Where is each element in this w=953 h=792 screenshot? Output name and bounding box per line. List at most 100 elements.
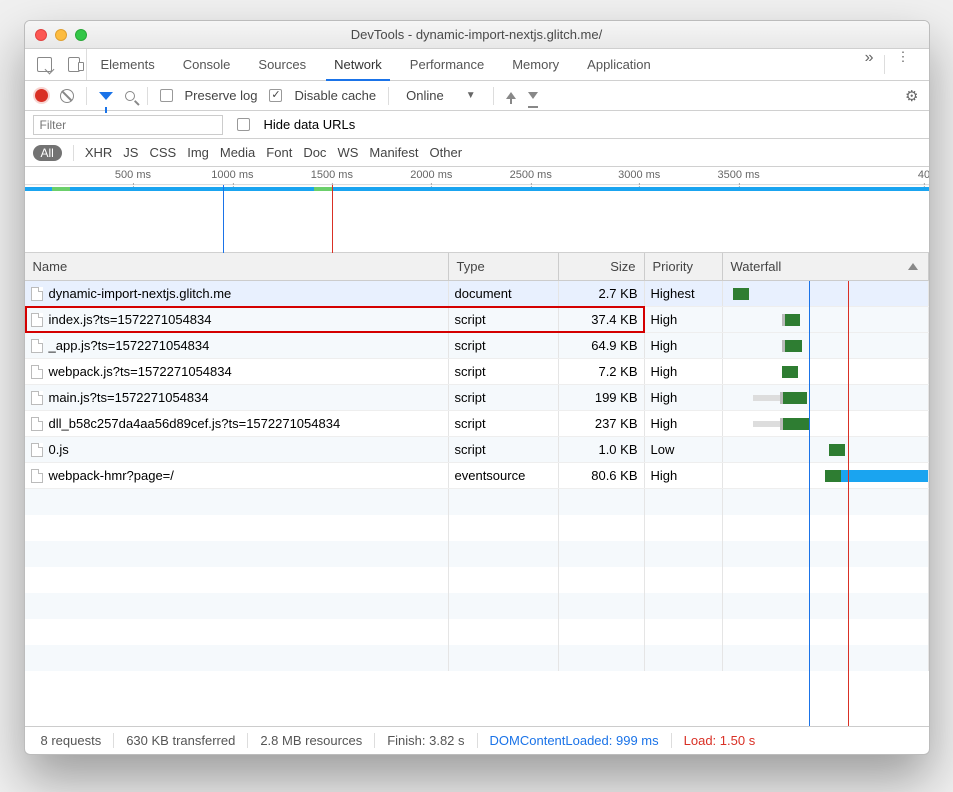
- gear-icon[interactable]: ⚙: [905, 87, 918, 105]
- request-waterfall: [723, 385, 929, 410]
- hide-data-urls-checkbox[interactable]: [237, 118, 250, 131]
- request-priority: High: [645, 385, 723, 410]
- hide-data-urls-label: Hide data URLs: [264, 117, 356, 132]
- type-filter-font[interactable]: Font: [266, 145, 292, 160]
- type-filter-xhr[interactable]: XHR: [85, 145, 112, 160]
- preserve-log-checkbox[interactable]: [160, 89, 173, 102]
- request-name: index.js?ts=1572271054834: [49, 312, 212, 327]
- request-size: 199 KB: [559, 385, 645, 410]
- request-row[interactable]: 0.jsscript1.0 KBLow: [25, 437, 929, 463]
- type-filter-img[interactable]: Img: [187, 145, 209, 160]
- request-name: main.js?ts=1572271054834: [49, 390, 209, 405]
- clear-icon[interactable]: [60, 89, 74, 103]
- request-priority: Highest: [645, 281, 723, 306]
- timeline-tick: 2000 ms: [410, 169, 452, 181]
- request-row[interactable]: webpack.js?ts=1572271054834script7.2 KBH…: [25, 359, 929, 385]
- request-grid: Name Type Size Priority Waterfall dynami…: [25, 253, 929, 726]
- filter-input[interactable]: [33, 115, 223, 135]
- more-tabs-icon[interactable]: »: [855, 49, 884, 80]
- tab-network[interactable]: Network: [320, 49, 396, 80]
- tab-memory[interactable]: Memory: [498, 49, 573, 80]
- waterfall-bar: [829, 444, 845, 456]
- overview-bar: [124, 187, 930, 191]
- request-size: 1.0 KB: [559, 437, 645, 462]
- device-toggle-icon[interactable]: [68, 57, 80, 72]
- status-load: Load: 1.50 s: [672, 733, 768, 748]
- timeline-tick: 3500 ms: [718, 169, 760, 181]
- type-filter-all[interactable]: All: [33, 145, 62, 161]
- search-icon[interactable]: [125, 91, 135, 101]
- col-name[interactable]: Name: [25, 253, 449, 280]
- type-filter-manifest[interactable]: Manifest: [369, 145, 418, 160]
- request-waterfall: [723, 463, 929, 488]
- waterfall-bar: [780, 392, 807, 404]
- grid-body: dynamic-import-nextjs.glitch.medocument2…: [25, 281, 929, 726]
- upload-har-icon[interactable]: [506, 92, 516, 99]
- type-filter-other[interactable]: Other: [430, 145, 463, 160]
- file-icon: [31, 391, 43, 405]
- type-filter-doc[interactable]: Doc: [303, 145, 326, 160]
- filter-icon[interactable]: [99, 92, 113, 100]
- request-name: webpack.js?ts=1572271054834: [49, 364, 232, 379]
- empty-row: [25, 515, 929, 541]
- col-priority[interactable]: Priority: [645, 253, 723, 280]
- close-icon[interactable]: [35, 29, 47, 41]
- empty-row: [25, 489, 929, 515]
- request-waterfall: [723, 411, 929, 436]
- tab-performance[interactable]: Performance: [396, 49, 498, 80]
- request-type: script: [449, 333, 559, 358]
- request-row[interactable]: index.js?ts=1572271054834script37.4 KBHi…: [25, 307, 929, 333]
- zoom-icon[interactable]: [75, 29, 87, 41]
- empty-row: [25, 541, 929, 567]
- timeline-tick: 1500 ms: [311, 169, 353, 181]
- settings-menu-icon[interactable]: ⋮: [885, 49, 923, 80]
- request-row[interactable]: webpack-hmr?page=/eventsource80.6 KBHigh: [25, 463, 929, 489]
- network-toolbar: Preserve log Disable cache Online ▼ ⚙: [25, 81, 929, 111]
- type-filter-css[interactable]: CSS: [149, 145, 176, 160]
- waterfall-bar: [733, 288, 749, 300]
- request-type: script: [449, 307, 559, 332]
- request-size: 64.9 KB: [559, 333, 645, 358]
- status-transferred: 630 KB transferred: [114, 733, 248, 748]
- tab-sources[interactable]: Sources: [244, 49, 320, 80]
- type-filter-js[interactable]: JS: [123, 145, 138, 160]
- request-row[interactable]: dynamic-import-nextjs.glitch.medocument2…: [25, 281, 929, 307]
- col-size[interactable]: Size: [559, 253, 645, 280]
- preserve-log-label: Preserve log: [185, 88, 258, 103]
- request-row[interactable]: dll_b58c257da4aa56d89cef.js?ts=157227105…: [25, 411, 929, 437]
- col-waterfall[interactable]: Waterfall: [723, 253, 929, 280]
- overview-bar: [314, 187, 332, 191]
- request-row[interactable]: _app.js?ts=1572271054834script64.9 KBHig…: [25, 333, 929, 359]
- request-name: dynamic-import-nextjs.glitch.me: [49, 286, 232, 301]
- request-size: 2.7 KB: [559, 281, 645, 306]
- throttling-select[interactable]: Online ▼: [401, 85, 480, 106]
- request-priority: High: [645, 359, 723, 384]
- file-icon: [31, 339, 43, 353]
- inspect-icon[interactable]: [37, 57, 52, 72]
- disable-cache-checkbox[interactable]: [269, 89, 282, 102]
- request-type-bar: All XHR JS CSS Img Media Font Doc WS Manifest Othe…: [25, 139, 929, 167]
- request-type: eventsource: [449, 463, 559, 488]
- throttling-value: Online: [406, 88, 444, 103]
- tab-application[interactable]: Application: [573, 49, 665, 80]
- request-size: 237 KB: [559, 411, 645, 436]
- file-icon: [31, 417, 43, 431]
- record-button[interactable]: [35, 89, 48, 102]
- request-size: 37.4 KB: [559, 307, 645, 332]
- request-row[interactable]: main.js?ts=1572271054834script199 KBHigh: [25, 385, 929, 411]
- type-filter-media[interactable]: Media: [220, 145, 255, 160]
- minimize-icon[interactable]: [55, 29, 67, 41]
- traffic-lights: [35, 29, 87, 41]
- status-bar: 8 requests 630 KB transferred 2.8 MB res…: [25, 726, 929, 754]
- tab-elements[interactable]: Elements: [87, 49, 169, 80]
- tab-console[interactable]: Console: [169, 49, 245, 80]
- file-icon: [31, 443, 43, 457]
- filter-bar: Hide data URLs: [25, 111, 929, 139]
- disable-cache-label: Disable cache: [294, 88, 376, 103]
- request-waterfall: [723, 281, 929, 306]
- request-name: _app.js?ts=1572271054834: [49, 338, 210, 353]
- type-filter-ws[interactable]: WS: [337, 145, 358, 160]
- col-type[interactable]: Type: [449, 253, 559, 280]
- overview-timeline[interactable]: 500 ms1000 ms1500 ms2000 ms2500 ms3000 m…: [25, 167, 929, 253]
- download-har-icon[interactable]: [528, 92, 538, 99]
